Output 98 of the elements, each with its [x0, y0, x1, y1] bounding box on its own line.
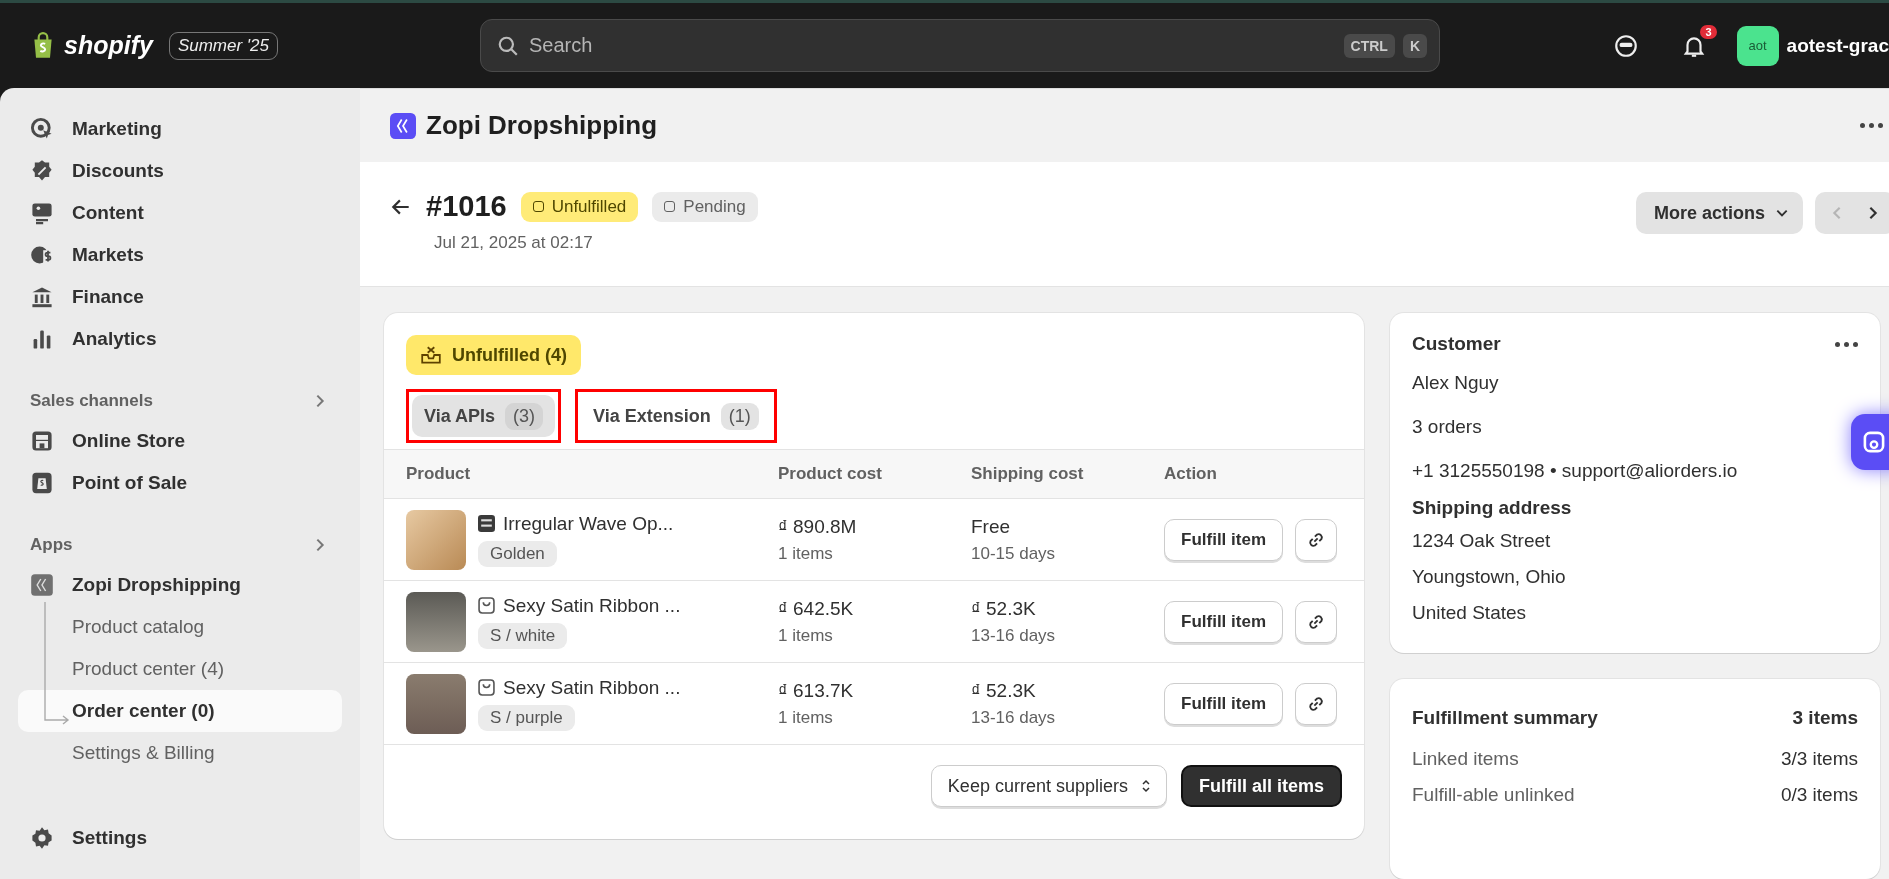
sidebar-item[interactable]: Zopi Dropshipping — [18, 564, 342, 606]
section-title: Shipping address — [1412, 497, 1573, 519]
summary-label: Fulfill-able unlinked — [1412, 784, 1575, 806]
sidebar-subitem[interactable]: Product center (4) — [18, 648, 342, 690]
search-icon — [497, 34, 519, 57]
shipping-cost: Free — [971, 515, 1012, 538]
item-quantity: 1 items — [778, 707, 834, 728]
item-quantity: 1 items — [778, 625, 834, 646]
delivery-time: 10-15 days — [971, 543, 1057, 564]
sidebar-subitem[interactable]: Product catalog — [18, 606, 342, 648]
store-name[interactable]: aotest-grac — [1786, 34, 1889, 57]
fulfill-item-button[interactable]: Fulfill item — [1164, 682, 1283, 725]
sidebar-item[interactable]: Settings — [18, 817, 342, 859]
app-icon — [30, 573, 54, 597]
content-icon — [30, 201, 54, 225]
photo-placeholder — [406, 509, 466, 570]
sidebar-item[interactable]: Discounts — [18, 150, 342, 192]
column-header: Shipping cost — [971, 464, 1085, 484]
item-quantity: 1 items — [778, 543, 834, 564]
column-header: Action — [1164, 464, 1218, 484]
variant-tag: S / purple — [478, 704, 575, 731]
select-arrows-icon — [1139, 777, 1152, 795]
status-badge: Pending — [652, 191, 758, 222]
product-cost: ₫ 890.8M — [778, 515, 858, 538]
fulfill-item-button[interactable]: Fulfill item — [1164, 518, 1283, 561]
sidebar-item[interactable]: Analytics — [18, 318, 342, 360]
app-title: Zopi Dropshipping — [426, 110, 658, 142]
variant-tag: S / white — [478, 622, 568, 649]
sidebar-item[interactable]: Online Store — [18, 420, 342, 462]
photo-placeholder — [406, 591, 466, 652]
more-options-icon[interactable] — [1860, 123, 1883, 129]
notification-count: 3 — [1700, 24, 1717, 39]
order-count: 3 orders — [1412, 415, 1483, 439]
summary-value: 0/3 items — [1780, 784, 1858, 806]
point-of-sale-icon — [30, 471, 54, 495]
shortcut-key: K — [1402, 33, 1427, 58]
shipping-cost: ₫ 52.3K — [971, 597, 1037, 620]
address-line: 1234 Oak Street — [1412, 529, 1552, 553]
sidebar-subitem[interactable]: Order center (0) — [18, 690, 342, 732]
delivery-time: 13-16 days — [971, 707, 1057, 728]
address-line: Youngstown, Ohio — [1412, 565, 1567, 589]
sidebar-item[interactable]: Finance — [18, 276, 342, 318]
sidebar-item[interactable]: Marketing — [18, 108, 342, 150]
variant-tag: Golden — [478, 540, 557, 567]
status-badge: Unfulfilled — [520, 191, 639, 222]
link-button[interactable] — [1295, 682, 1337, 725]
app-logo-icon — [390, 112, 416, 139]
product-name[interactable]: Sexy Satin Ribbon ... — [503, 594, 681, 617]
supplier-select[interactable]: Keep current suppliers — [930, 765, 1167, 807]
column-header: Product cost — [778, 464, 883, 484]
discount-icon — [30, 159, 54, 183]
product-name[interactable]: Sexy Satin Ribbon ... — [503, 676, 681, 699]
sidebar-item[interactable]: Content — [18, 192, 342, 234]
order-date: Jul 21, 2025 at 02:17 — [434, 233, 594, 254]
address-line: United States — [1412, 601, 1528, 625]
fulfill-all-button[interactable]: Fulfill all items — [1180, 765, 1342, 807]
column-header: Product — [406, 464, 472, 484]
edition-badge: Summer '25 — [168, 31, 278, 60]
unfulfilled-badge: Unfulfilled (4) — [406, 335, 581, 375]
store-avatar[interactable]: aot — [1736, 25, 1779, 66]
fulfill-item-button[interactable]: Fulfill item — [1164, 600, 1283, 643]
product-cost: ₫ 613.7K — [778, 679, 855, 702]
product-cost: ₫ 642.5K — [778, 597, 855, 620]
tab[interactable]: Via Extension (1) — [581, 395, 771, 437]
store-icon — [30, 429, 54, 453]
settings-icon — [30, 826, 54, 850]
shortcut-key: CTRL — [1343, 33, 1395, 58]
summary-value: 3/3 items — [1780, 748, 1858, 770]
product-name[interactable]: Irregular Wave Op... — [503, 512, 674, 535]
shopping-bag-icon — [478, 679, 495, 696]
tab[interactable]: Via APIs (3) — [412, 395, 556, 437]
photo-placeholder — [406, 673, 466, 734]
order-number: #1016 — [426, 190, 507, 224]
summary-label: Linked items — [1412, 748, 1519, 770]
sidebar-subitem[interactable]: Settings & Billing — [18, 732, 342, 774]
shopping-bag-icon — [478, 597, 495, 614]
link-button[interactable] — [1295, 518, 1337, 561]
contact-info: +1 3125550198 • support@aliorders.io — [1412, 459, 1739, 483]
customer-name[interactable]: Alex Nguy — [1412, 361, 1858, 405]
card-title: Customer — [1412, 333, 1501, 355]
search-input[interactable]: Search — [527, 33, 1336, 58]
more-actions-button[interactable]: More actions — [1635, 192, 1803, 235]
sidebar-item[interactable]: Markets — [18, 234, 342, 276]
sidebar-item[interactable]: Point of Sale — [18, 462, 342, 504]
brand-name[interactable]: shopify — [64, 31, 153, 60]
inbox-icon — [420, 344, 442, 366]
finance-icon — [30, 285, 54, 309]
more-options-icon[interactable] — [1835, 341, 1858, 347]
section-title[interactable]: Sales channels — [30, 391, 153, 411]
total-items: 3 items — [1792, 707, 1858, 729]
marketing-icon — [30, 117, 54, 141]
sidekick-icon[interactable] — [1612, 32, 1639, 59]
search-bar[interactable]: Search CTRL K — [480, 19, 1440, 72]
delivery-time: 13-16 days — [971, 625, 1057, 646]
section-title[interactable]: Apps — [30, 535, 73, 555]
link-button[interactable] — [1295, 600, 1337, 643]
card-title: Fulfillment summary — [1412, 707, 1598, 729]
shipping-cost: ₫ 52.3K — [971, 679, 1037, 702]
